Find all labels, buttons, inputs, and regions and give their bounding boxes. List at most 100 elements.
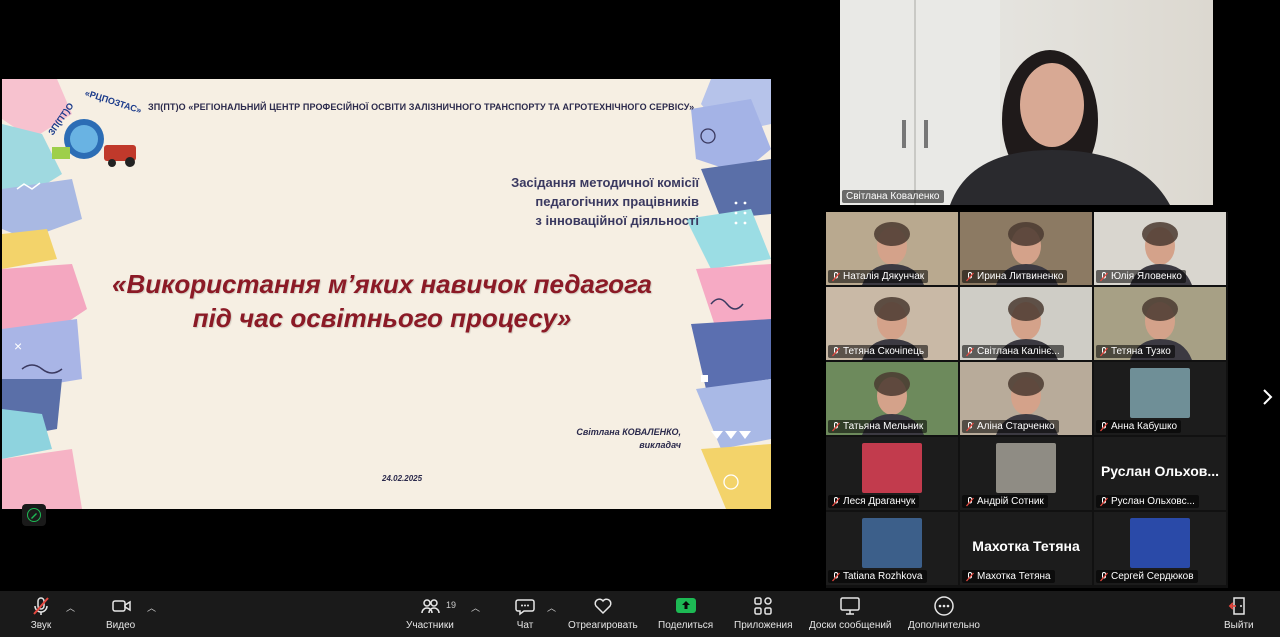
share-button[interactable]: Поделиться — [658, 595, 713, 631]
participant-name-tag: Ирина Литвиненко — [962, 270, 1068, 283]
participant-tile[interactable]: Аліна Старченко — [960, 362, 1092, 435]
participant-name: Татьяна Мельник — [843, 421, 924, 432]
participant-avatar — [1130, 368, 1190, 418]
whiteboards-label: Доски сообщений — [809, 620, 892, 631]
participant-name: Анна Кабушко — [1111, 421, 1178, 432]
presentation-title: «Використання м’яких навичок педагога пі… — [42, 267, 722, 335]
chat-button[interactable]: Чат — [514, 595, 536, 631]
organization-name: ЗП(ПТ)О «РЕГІОНАЛЬНИЙ ЦЕНТР ПРОФЕСІЙНОЇ … — [148, 102, 695, 112]
annotate-pen-button[interactable] — [22, 504, 46, 526]
leave-door-icon — [1228, 597, 1245, 615]
meeting-line: педагогічних працівників — [535, 194, 699, 209]
participant-name-tag: Тетяна Скочіпець — [828, 345, 929, 358]
share-screen-icon — [675, 598, 696, 613]
participant-name-tag: Сергей Сердюков — [1096, 570, 1198, 583]
participant-display-name: Руслан Ольхов... — [1100, 463, 1220, 479]
participant-tile[interactable]: Ирина Литвиненко — [960, 212, 1092, 285]
participant-name-tag: Махотка Тетяна — [962, 570, 1055, 583]
microphone-muted-icon — [832, 421, 840, 431]
presentation-date: 24.02.2025 — [382, 474, 423, 483]
microphone-muted-icon — [33, 597, 49, 615]
participant-name: Тетяна Тузко — [1111, 346, 1171, 357]
more-label: Дополнительно — [908, 620, 980, 631]
share-label: Поделиться — [658, 620, 714, 631]
microphone-muted-icon — [1100, 496, 1108, 506]
chat-icon — [515, 599, 535, 616]
microphone-muted-icon — [966, 346, 974, 356]
audio-label: Звук — [30, 620, 52, 631]
participant-name-tag: Аліна Старченко — [962, 420, 1059, 433]
participant-name: Юлія Яловенко — [1111, 271, 1182, 282]
participant-name: Тетяна Скочіпець — [843, 346, 925, 357]
participant-tile[interactable]: Махотка Тетяна Махотка Тетяна — [960, 512, 1092, 585]
participant-name: Леся Драганчук — [843, 496, 916, 507]
participant-name-tag: Наталія Дякунчак — [828, 270, 929, 283]
participant-avatar — [996, 443, 1056, 493]
participant-tile[interactable]: Юлія Яловенко — [1094, 212, 1226, 285]
participant-name: Ирина Литвиненко — [977, 271, 1064, 282]
microphone-muted-icon — [1100, 571, 1108, 581]
participant-tile[interactable]: Леся Драганчук — [826, 437, 958, 510]
participant-tile[interactable]: Руслан Ольхов... Руслан Ольховс... — [1094, 437, 1226, 510]
video-options-caret[interactable]: ︿ — [147, 601, 156, 614]
microphone-muted-icon — [966, 421, 974, 431]
active-speaker-video[interactable]: Світлана Коваленко — [840, 0, 1213, 205]
shared-slide: × ЗП(ПТ)О «РЦПОЗТАС» ЗП(ПТ)О «РЕГІОНАЛЬН… — [2, 79, 771, 509]
leave-button[interactable]: Выйти — [1224, 595, 1254, 631]
participant-name: Світлана Калінє... — [977, 346, 1060, 357]
meeting-title: Засідання методичної комісії педагогічни… — [511, 173, 699, 230]
participant-name: Tatiana Rozhkova — [843, 571, 923, 582]
speaker-name-tag: Світлана Коваленко — [842, 190, 944, 203]
apps-button[interactable]: Приложения — [734, 595, 793, 631]
meeting-line: з інноваційної діяльності — [535, 213, 699, 228]
react-button[interactable]: Отреагировать — [568, 595, 638, 631]
participant-name: Махотка Тетяна — [977, 571, 1051, 582]
participant-name-tag: Юлія Яловенко — [1096, 270, 1186, 283]
chat-label: Чат — [516, 620, 534, 631]
chevron-right-icon — [1263, 389, 1273, 405]
participant-name: Наталія Дякунчак — [843, 271, 925, 282]
participant-tile[interactable]: Tatiana Rozhkova — [826, 512, 958, 585]
participants-options-caret[interactable]: ︿ — [471, 601, 480, 614]
participant-name-tag: Андрій Сотник — [962, 495, 1048, 508]
more-button[interactable]: Дополнительно — [908, 595, 980, 631]
participant-display-name: Махотка Тетяна — [972, 538, 1080, 554]
participant-tile[interactable]: Тетяна Тузко — [1094, 287, 1226, 360]
camera-icon — [111, 600, 131, 612]
participant-tile[interactable]: Анна Кабушко — [1094, 362, 1226, 435]
participant-tile[interactable]: Світлана Калінє... — [960, 287, 1092, 360]
participants-count: 19 — [446, 600, 457, 610]
participant-tile[interactable]: Татьяна Мельник — [826, 362, 958, 435]
video-label: Видео — [106, 620, 136, 631]
participant-name-tag: Світлана Калінє... — [962, 345, 1064, 358]
audio-options-caret[interactable]: ︿ — [66, 601, 75, 614]
author-block: Світлана КОВАЛЕНКО, викладач — [576, 426, 681, 452]
participant-tile[interactable]: Тетяна Скочіпець — [826, 287, 958, 360]
speaker-video-frame — [840, 0, 1170, 205]
college-logo: ЗП(ПТ)О «РЦПОЗТАС» — [46, 88, 143, 167]
svg-text:×: × — [14, 338, 22, 354]
whiteboards-button[interactable]: Доски сообщений — [809, 595, 892, 631]
meeting-toolbar: Звук ︿ Видео ︿ Участники 19 ︿ Чат ︿ Отре… — [0, 591, 1280, 637]
audio-button[interactable]: Звук — [30, 595, 52, 631]
logo-text-top: «РЦПОЗТАС» — [84, 88, 143, 116]
participant-tile[interactable]: Андрій Сотник — [960, 437, 1092, 510]
participant-name-tag: Руслан Ольховс... — [1096, 495, 1199, 508]
microphone-muted-icon — [832, 496, 840, 506]
participant-name-tag: Леся Драганчук — [828, 495, 920, 508]
participant-name: Руслан Ольховс... — [1111, 496, 1195, 507]
participant-name: Аліна Старченко — [977, 421, 1055, 432]
gallery-next-page-button[interactable] — [1262, 388, 1274, 412]
microphone-muted-icon — [832, 571, 840, 581]
participant-tile[interactable]: Наталія Дякунчак — [826, 212, 958, 285]
author-name: Світлана КОВАЛЕНКО, — [576, 427, 681, 437]
heart-icon — [594, 598, 612, 615]
chat-options-caret[interactable]: ︿ — [547, 601, 556, 614]
video-button[interactable]: Видео — [106, 595, 135, 631]
participant-avatar — [1130, 518, 1190, 568]
microphone-muted-icon — [966, 271, 974, 281]
meeting-line: Засідання методичної комісії — [511, 175, 699, 190]
participants-icon — [421, 599, 440, 614]
participant-name-tag: Татьяна Мельник — [828, 420, 928, 433]
participant-tile[interactable]: Сергей Сердюков — [1094, 512, 1226, 585]
